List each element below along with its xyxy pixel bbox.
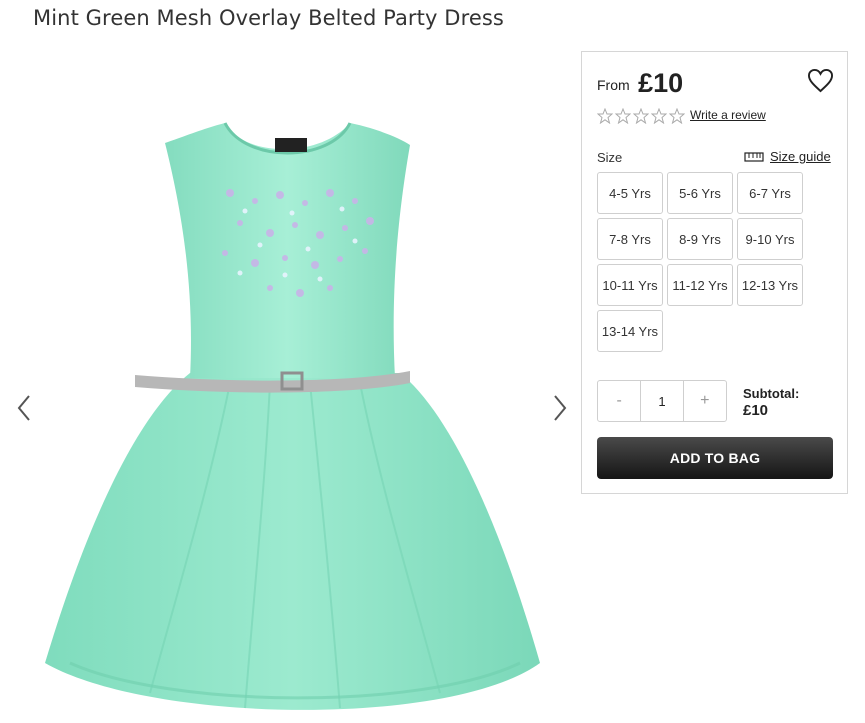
size-option[interactable]: 5-6 Yrs xyxy=(667,172,733,214)
size-option[interactable]: 9-10 Yrs xyxy=(737,218,803,260)
subtotal-label: Subtotal: xyxy=(743,386,800,401)
price: £10 xyxy=(638,68,684,98)
chevron-right-icon[interactable] xyxy=(550,392,570,424)
size-option[interactable]: 4-5 Yrs xyxy=(597,172,663,214)
add-to-bag-button[interactable]: ADD TO BAG xyxy=(597,437,833,479)
product-gallery xyxy=(0,50,580,721)
decrease-quantity-button[interactable]: - xyxy=(598,381,640,421)
size-option[interactable]: 7-8 Yrs xyxy=(597,218,663,260)
size-option[interactable]: 10-11 Yrs xyxy=(597,264,663,306)
subtotal: Subtotal: £10 xyxy=(743,385,799,419)
size-guide-label: Size guide xyxy=(770,149,831,164)
quantity-stepper: - 1 + xyxy=(597,380,727,422)
size-options: 4-5 Yrs 5-6 Yrs 6-7 Yrs 7-8 Yrs 8-9 Yrs … xyxy=(597,172,807,352)
ruler-icon xyxy=(744,151,764,162)
size-option[interactable]: 13-14 Yrs xyxy=(597,310,663,352)
size-guide-link[interactable]: Size guide xyxy=(744,149,831,164)
rating-stars xyxy=(597,108,685,124)
size-label: Size xyxy=(597,150,623,165)
star-icon xyxy=(651,108,667,124)
quantity-value[interactable]: 1 xyxy=(640,381,684,421)
size-option[interactable]: 6-7 Yrs xyxy=(737,172,803,214)
heart-outline-icon[interactable] xyxy=(807,68,834,93)
star-icon xyxy=(633,108,649,124)
write-review-link[interactable]: Write a review xyxy=(690,108,766,122)
size-option[interactable]: 8-9 Yrs xyxy=(667,218,733,260)
from-label: From xyxy=(597,77,630,93)
star-icon xyxy=(669,108,685,124)
purchase-panel: From £10 Write a review Size Size guide … xyxy=(581,51,848,494)
subtotal-value: £10 xyxy=(743,402,769,419)
size-option[interactable]: 11-12 Yrs xyxy=(667,264,733,306)
product-title: Mint Green Mesh Overlay Belted Party Dre… xyxy=(33,6,504,30)
product-image xyxy=(45,122,540,710)
star-icon xyxy=(615,108,631,124)
price-row: From £10 xyxy=(597,68,683,99)
increase-quantity-button[interactable]: + xyxy=(684,381,726,421)
size-option[interactable]: 12-13 Yrs xyxy=(737,264,803,306)
star-icon xyxy=(597,108,613,124)
